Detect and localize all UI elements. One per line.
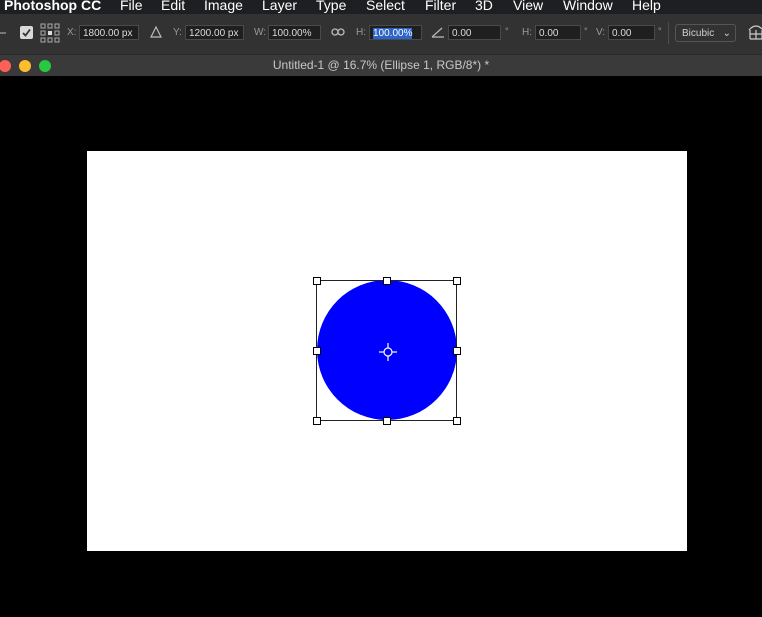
options-bar: X: 1800.00 px Y: 1200.00 px W: 100.00% H… (0, 14, 762, 54)
options-grip[interactable] (0, 32, 6, 34)
menu-file[interactable]: File (120, 0, 143, 13)
height-field[interactable]: 100.00% (369, 25, 422, 40)
transform-handle-right[interactable] (453, 347, 461, 355)
warp-mode-icon[interactable] (748, 24, 762, 45)
options-divider (668, 22, 669, 44)
menu-layer[interactable]: Layer (262, 0, 297, 13)
interpolation-dropdown[interactable]: Bicubic ⌄ (675, 24, 736, 42)
menu-type[interactable]: Type (316, 0, 346, 13)
width-field[interactable]: 100.00% (268, 25, 321, 40)
transform-handle-top-left[interactable] (313, 277, 321, 285)
v-skew-degree-unit: ° (658, 26, 662, 36)
w-label: W: (254, 27, 267, 38)
menu-bar: Photoshop CC File Edit Image Layer Type … (0, 0, 762, 14)
document-canvas[interactable] (87, 151, 687, 551)
x-position-field[interactable]: 1800.00 px (79, 25, 139, 40)
ellipse-shape[interactable] (317, 280, 457, 420)
link-icon[interactable] (331, 26, 345, 41)
rotate-angle-icon (431, 26, 445, 41)
transform-handle-bottom[interactable] (383, 417, 391, 425)
menu-image[interactable]: Image (204, 0, 243, 13)
document-tab-bar: Untitled-1 @ 16.7% (Ellipse 1, RGB/8*) * (0, 54, 762, 77)
h-skew-label: H: (522, 27, 532, 38)
h-skew-degree-unit: ° (584, 26, 588, 36)
angle-degree-unit: ° (505, 26, 509, 36)
checkmark-icon (22, 28, 31, 37)
menu-window[interactable]: Window (563, 0, 613, 13)
h-skew-field[interactable]: 0.00 (535, 25, 581, 40)
interpolation-value: Bicubic (682, 28, 715, 39)
app-menu[interactable]: Photoshop CC (4, 0, 101, 13)
v-skew-label: V: (596, 27, 606, 38)
v-skew-field[interactable]: 0.00 (608, 25, 655, 40)
height-field-value: 100.00% (373, 28, 413, 39)
y-label: Y: (173, 27, 182, 38)
transform-handle-top[interactable] (383, 277, 391, 285)
reference-point-checkbox[interactable] (20, 26, 33, 39)
document-title: Untitled-1 @ 16.7% (Ellipse 1, RGB/8*) * (272, 58, 490, 72)
menu-edit[interactable]: Edit (161, 0, 185, 13)
h-label: H: (356, 27, 366, 38)
angle-field[interactable]: 0.00 (448, 25, 501, 40)
canvas-layer (313, 277, 461, 425)
chevron-down-icon: ⌄ (722, 28, 731, 39)
menu-filter[interactable]: Filter (425, 0, 456, 13)
relative-position-icon[interactable] (150, 25, 162, 41)
menu-select[interactable]: Select (366, 0, 405, 13)
menu-help[interactable]: Help (632, 0, 661, 13)
transform-handle-left[interactable] (313, 347, 321, 355)
reference-point-grid-icon[interactable] (40, 23, 60, 46)
transform-handle-bottom-right[interactable] (453, 417, 461, 425)
pasteboard[interactable] (0, 76, 762, 617)
menu-view[interactable]: View (513, 0, 543, 13)
x-label: X: (67, 27, 77, 38)
menu-3d[interactable]: 3D (475, 0, 493, 13)
transform-handle-top-right[interactable] (453, 277, 461, 285)
y-position-field[interactable]: 1200.00 px (185, 25, 244, 40)
transform-handle-bottom-left[interactable] (313, 417, 321, 425)
